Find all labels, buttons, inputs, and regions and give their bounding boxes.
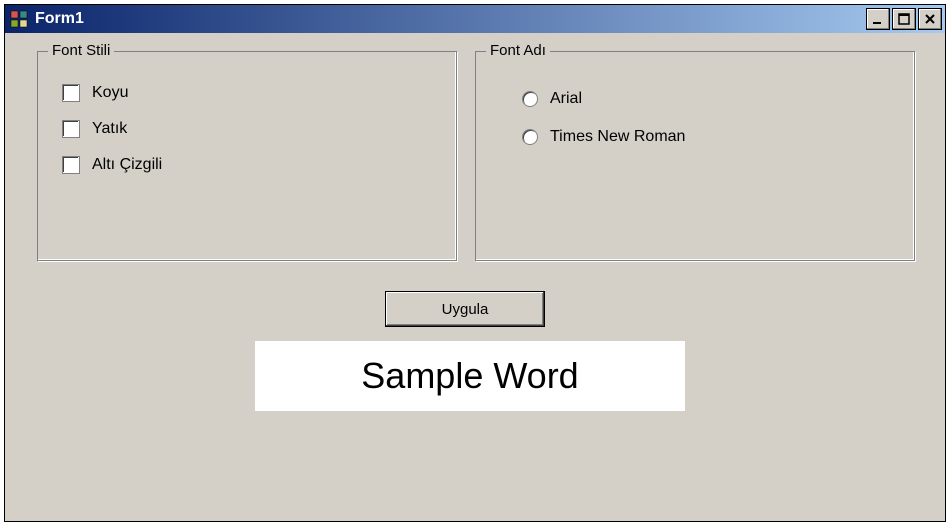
checkbox-row-italic: Yatık (62, 120, 440, 138)
checkbox-italic-label: Yatık (92, 120, 127, 138)
radio-arial-label: Arial (550, 90, 582, 108)
sample-text-box: Sample Word (255, 341, 685, 411)
maximize-button[interactable] (892, 8, 916, 30)
checkbox-row-underline: Altı Çizgili (62, 156, 440, 174)
checkbox-italic[interactable] (62, 120, 80, 138)
checkbox-row-bold: Koyu (62, 84, 440, 102)
apply-button[interactable]: Uygula (385, 291, 545, 327)
window: Form1 Font Stili Koyu Yatık (4, 4, 946, 522)
checkbox-underline-label: Altı Çizgili (92, 156, 162, 174)
font-style-group: Font Stili Koyu Yatık Altı Çizgili (37, 51, 457, 261)
window-title: Form1 (35, 10, 866, 28)
checkbox-bold[interactable] (62, 84, 80, 102)
checkbox-bold-label: Koyu (92, 84, 128, 102)
font-name-legend: Font Adı (486, 42, 550, 59)
window-controls (866, 8, 942, 30)
radio-arial[interactable] (522, 91, 538, 107)
minimize-button[interactable] (866, 8, 890, 30)
radio-row-times: Times New Roman (522, 128, 898, 146)
close-button[interactable] (918, 8, 942, 30)
app-icon (9, 9, 29, 29)
radio-times-label: Times New Roman (550, 128, 685, 146)
apply-button-label: Uygula (442, 301, 489, 318)
titlebar: Form1 (5, 5, 945, 33)
radio-row-arial: Arial (522, 90, 898, 108)
client-area: Font Stili Koyu Yatık Altı Çizgili Font … (5, 33, 945, 521)
checkbox-underline[interactable] (62, 156, 80, 174)
font-style-legend: Font Stili (48, 42, 114, 59)
radio-times[interactable] (522, 129, 538, 145)
sample-text: Sample Word (361, 355, 578, 397)
font-name-group: Font Adı Arial Times New Roman (475, 51, 915, 261)
